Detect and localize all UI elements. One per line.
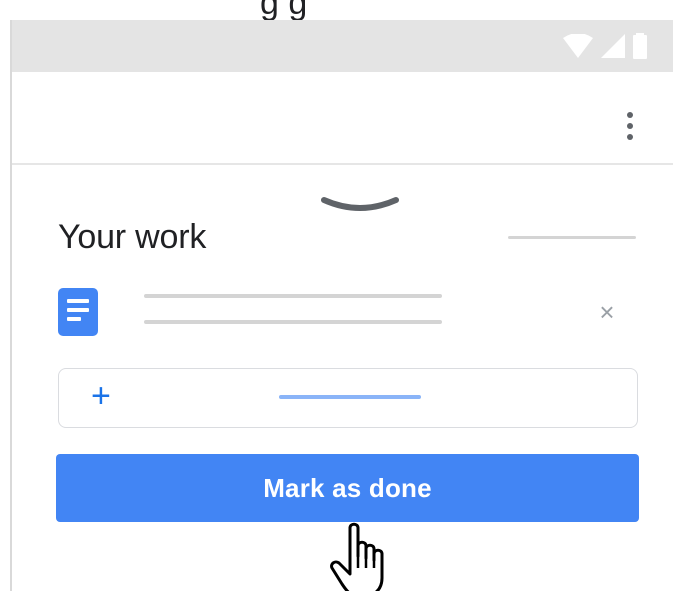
title-placeholder-line — [508, 236, 636, 239]
plus-icon: + — [91, 377, 111, 415]
panel-title: Your work — [58, 218, 207, 256]
phone-frame: Your work × + Mark as done — [10, 20, 673, 591]
attachment-title-line — [144, 294, 442, 298]
chevron-down-icon[interactable] — [320, 194, 400, 216]
add-or-create-button[interactable]: + — [58, 368, 638, 428]
attachment-subtitle-line — [144, 320, 442, 324]
attachment-item[interactable]: × — [58, 288, 648, 348]
close-icon[interactable]: × — [595, 299, 619, 325]
more-vert-icon[interactable] — [625, 112, 635, 152]
page: g g Your work × + Mark as done — [0, 0, 673, 591]
status-icons — [563, 33, 647, 59]
battery-icon — [633, 33, 647, 59]
wifi-icon — [563, 34, 593, 58]
app-bar — [12, 72, 673, 164]
status-bar — [12, 20, 673, 72]
add-placeholder-line — [279, 395, 421, 399]
mark-as-done-button[interactable]: Mark as done — [56, 454, 639, 522]
document-icon — [58, 288, 98, 336]
hand-cursor-icon — [330, 522, 384, 591]
app-bar-divider — [12, 163, 673, 165]
signal-icon — [601, 34, 625, 58]
